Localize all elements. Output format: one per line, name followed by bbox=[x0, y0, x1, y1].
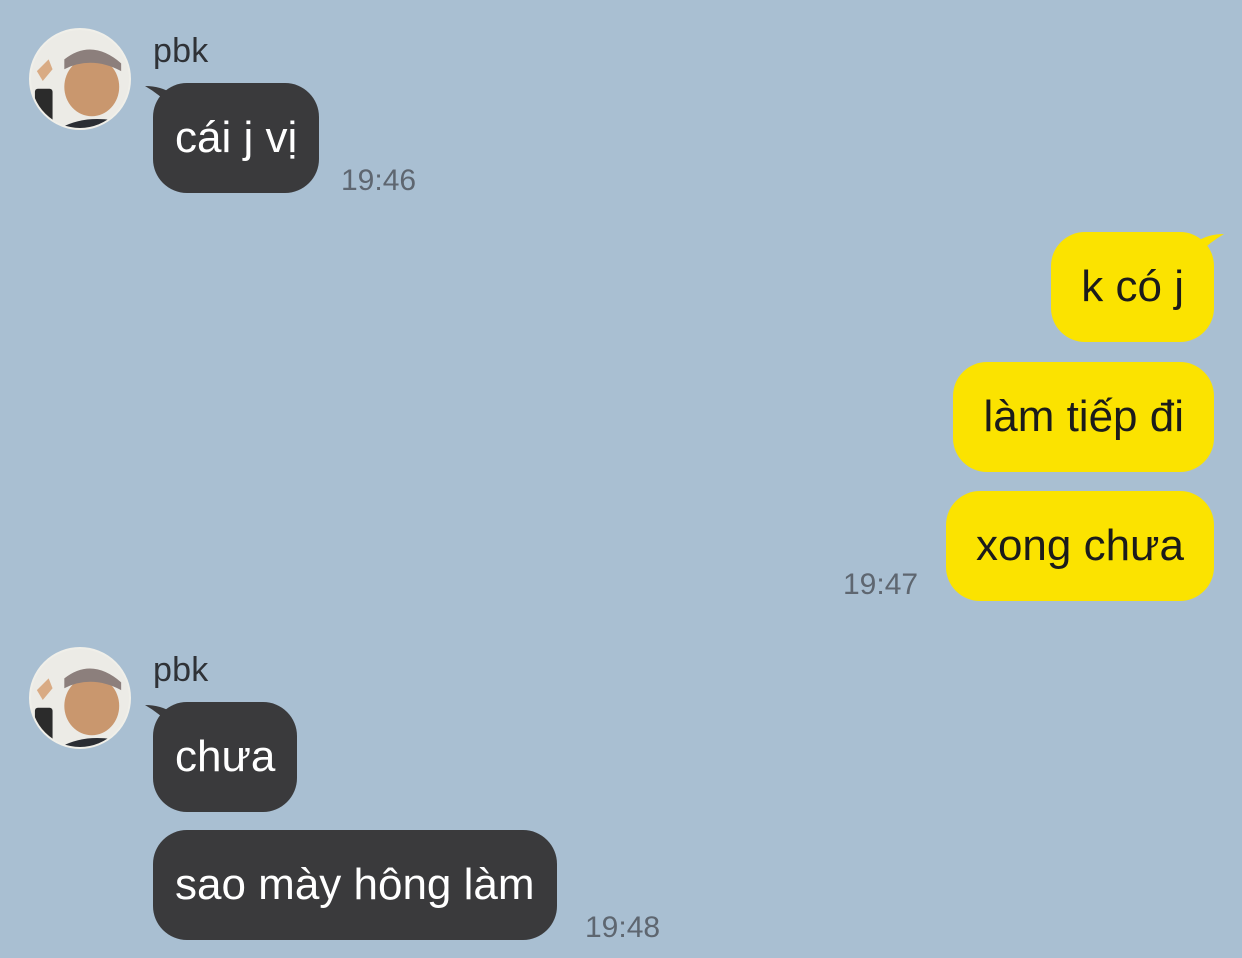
message-bubble[interactable]: xong chưa bbox=[945, 491, 1214, 601]
profile-photo-icon bbox=[31, 30, 129, 128]
sender-name: pbk bbox=[153, 32, 209, 70]
message-bubble[interactable]: làm tiếp đi bbox=[953, 362, 1214, 472]
message-bubble[interactable]: k có j bbox=[1051, 232, 1214, 342]
message-bubble[interactable]: sao mày hông làm bbox=[153, 830, 557, 940]
avatar[interactable] bbox=[29, 647, 131, 749]
message-time: 19:48 bbox=[585, 911, 661, 944]
sender-name: pbk bbox=[153, 651, 209, 689]
message-time: 19:47 bbox=[843, 568, 919, 601]
message-bubble[interactable]: chưa bbox=[153, 702, 298, 812]
avatar[interactable] bbox=[29, 28, 131, 130]
message-bubble[interactable]: cái j vị bbox=[153, 83, 320, 193]
message-time: 19:46 bbox=[341, 164, 417, 197]
profile-photo-icon bbox=[31, 649, 129, 747]
